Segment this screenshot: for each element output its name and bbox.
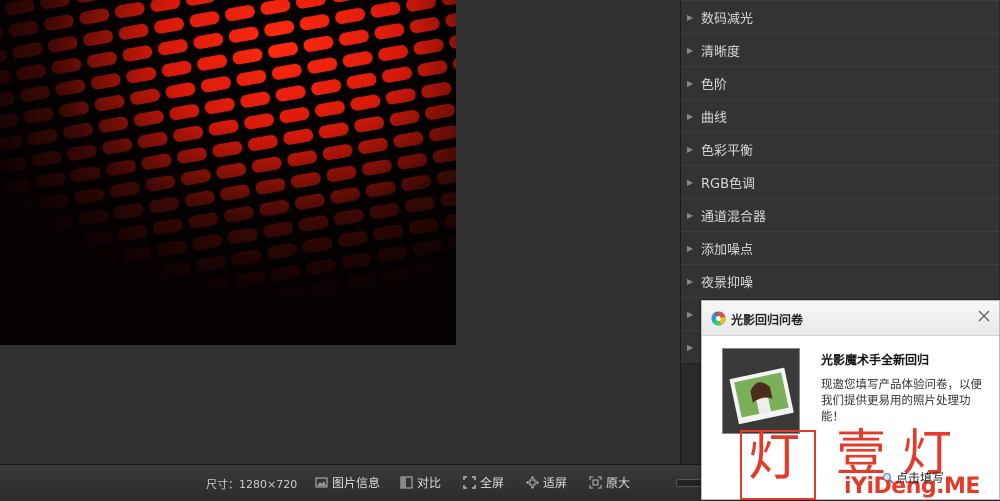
close-icon[interactable] bbox=[977, 309, 991, 323]
panel-item-label: 清晰度 bbox=[701, 44, 741, 60]
expand-arrow-icon: ▶ bbox=[687, 342, 694, 352]
panel-item-rgb-tone[interactable]: ▶ RGB色调 bbox=[681, 165, 999, 199]
fullscreen-label: 全屏 bbox=[480, 476, 505, 490]
panel-item-label: 色阶 bbox=[701, 77, 728, 93]
image-canvas[interactable] bbox=[0, 0, 680, 464]
panel-item-label: 曲线 bbox=[701, 110, 728, 126]
panel-item-label: 数码减光 bbox=[701, 11, 754, 27]
zoom-slider[interactable] bbox=[676, 479, 702, 487]
panel-item-add-noise[interactable]: ▶ 添加噪点 bbox=[681, 231, 999, 265]
fit-screen-button[interactable]: 适屏 bbox=[526, 474, 567, 491]
panel-item-label: 色彩平衡 bbox=[701, 143, 754, 159]
expand-arrow-icon: ▶ bbox=[687, 243, 694, 253]
panel-item-color-balance[interactable]: ▶ 色彩平衡 bbox=[681, 132, 999, 166]
photo-preview bbox=[0, 0, 456, 345]
fill-survey-link[interactable]: 点击填写 bbox=[882, 469, 944, 486]
watermark-glyph: 壹 bbox=[836, 424, 886, 482]
panel-item-label: 添加噪点 bbox=[701, 242, 754, 258]
image-info-label: 图片信息 bbox=[332, 476, 381, 490]
survey-thumbnail bbox=[722, 348, 800, 434]
panel-item-clarity[interactable]: ▶ 清晰度 bbox=[681, 33, 999, 67]
fill-survey-label: 点击填写 bbox=[896, 471, 945, 485]
original-size-icon bbox=[589, 476, 602, 489]
panel-item-label: 通道混合器 bbox=[701, 209, 767, 225]
original-size-button[interactable]: 原大 bbox=[589, 474, 630, 491]
fullscreen-icon bbox=[463, 476, 476, 489]
expand-arrow-icon: ▶ bbox=[687, 78, 694, 88]
fullscreen-button[interactable]: 全屏 bbox=[463, 474, 504, 491]
expand-arrow-icon: ▶ bbox=[687, 12, 694, 22]
survey-heading: 光影魔术手全新回归 bbox=[821, 353, 930, 367]
survey-header: 光影回归问卷 bbox=[702, 301, 999, 336]
watermark-glyph: 灯 bbox=[748, 428, 801, 488]
expand-arrow-icon: ▶ bbox=[687, 177, 694, 187]
panel-item-label: 夜景抑噪 bbox=[701, 275, 754, 291]
expand-arrow-icon: ▶ bbox=[687, 144, 694, 154]
compare-icon bbox=[400, 476, 413, 489]
panel-item-channel-mixer[interactable]: ▶ 通道混合器 bbox=[681, 198, 999, 232]
expand-arrow-icon: ▶ bbox=[687, 276, 694, 286]
fit-screen-icon bbox=[526, 476, 539, 489]
expand-arrow-icon: ▶ bbox=[687, 45, 694, 55]
app-logo-icon bbox=[711, 311, 726, 326]
panel-item-curves[interactable]: ▶ 曲线 bbox=[681, 99, 999, 133]
picture-icon bbox=[315, 477, 328, 488]
expand-arrow-icon: ▶ bbox=[687, 111, 694, 121]
compare-button[interactable]: 对比 bbox=[400, 474, 441, 491]
original-size-label: 原大 bbox=[606, 476, 631, 490]
fit-screen-label: 适屏 bbox=[543, 476, 568, 490]
panel-item-label: RGB色调 bbox=[701, 176, 756, 192]
survey-body-text: 现邀您填写产品体验问卷，以便我们提供更易用的照片处理功能！ bbox=[821, 377, 982, 423]
image-size-readout: 尺寸：1280×720 bbox=[206, 478, 298, 491]
magnifier-icon bbox=[883, 472, 894, 484]
survey-title: 光影回归问卷 bbox=[731, 313, 804, 327]
expand-arrow-icon: ▶ bbox=[687, 210, 694, 220]
panel-item-digital-nd[interactable]: ▶ 数码减光 bbox=[681, 0, 999, 34]
image-info-button[interactable]: 图片信息 bbox=[315, 474, 380, 491]
panel-item-levels[interactable]: ▶ 色阶 bbox=[681, 66, 999, 100]
expand-arrow-icon: ▶ bbox=[687, 309, 694, 319]
panel-item-night-denoise[interactable]: ▶ 夜景抑噪 bbox=[681, 264, 999, 298]
compare-label: 对比 bbox=[417, 476, 442, 490]
